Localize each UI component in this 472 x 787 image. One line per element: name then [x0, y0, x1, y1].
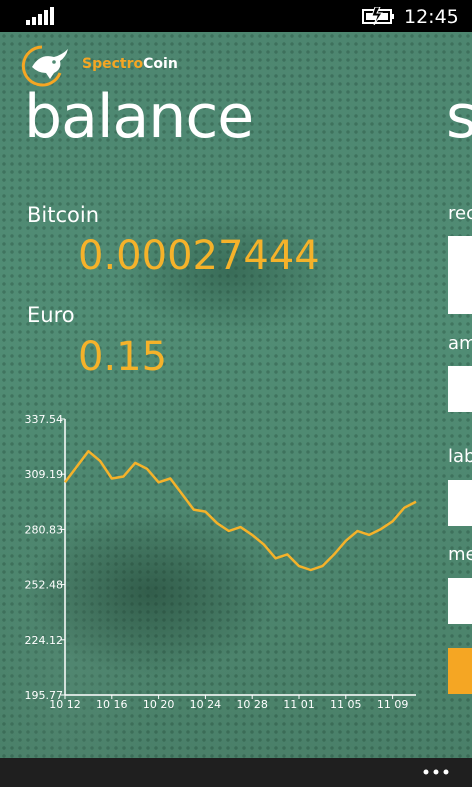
price-series-line — [64, 449, 417, 572]
euro-balance-value: 0.15 — [78, 334, 168, 380]
x-tick-label: 11 09 — [377, 698, 409, 711]
next-pivot-title-peek[interactable]: s — [446, 84, 472, 150]
brand-name: SpectroCoin — [82, 56, 178, 72]
y-tick-label: 280.83 — [25, 523, 64, 536]
page-title: balance — [24, 82, 254, 152]
send-label-label-peek: lab — [448, 446, 472, 467]
more-dot-icon — [433, 769, 439, 775]
bitcoin-label: Bitcoin — [27, 203, 100, 227]
x-tick-label: 10 24 — [190, 698, 222, 711]
spectrocoin-logo-icon — [21, 45, 68, 87]
send-amount-label-peek: am — [448, 333, 472, 354]
brand-part-coin: Coin — [143, 56, 178, 72]
bitcoin-balance-value: 0.00027444 — [78, 233, 320, 279]
euro-label: Euro — [27, 303, 75, 327]
y-tick-label: 252.48 — [25, 579, 64, 592]
brand-part-spectro: Spectro — [82, 56, 144, 72]
send-button-peek[interactable] — [448, 648, 472, 694]
app-bar — [0, 758, 472, 787]
x-tick-label: 11 05 — [330, 698, 362, 711]
more-dot-icon — [423, 769, 429, 775]
more-options-button[interactable] — [418, 762, 458, 782]
y-tick-label: 224.12 — [25, 634, 64, 647]
x-tick-label: 10 20 — [143, 698, 175, 711]
y-tick-label: 309.19 — [25, 468, 64, 481]
status-bar: 12:45 — [0, 0, 472, 32]
battery-charging-icon — [362, 7, 394, 25]
send-receiver-label-peek: rec — [448, 203, 472, 224]
more-dot-icon — [443, 769, 449, 775]
status-time: 12:45 — [404, 6, 459, 28]
x-tick-label: 10 12 — [49, 698, 81, 711]
send-message-input-peek[interactable] — [448, 578, 472, 624]
signal-icon — [26, 7, 54, 25]
x-tick-label: 10 16 — [96, 698, 128, 711]
x-tick-label: 11 01 — [283, 698, 315, 711]
send-message-label-peek: me — [448, 544, 472, 565]
y-tick-label: 337.54 — [25, 413, 64, 426]
price-chart: 195.77224.12252.48280.83309.19337.5410 1… — [25, 413, 417, 711]
x-tick-label: 10 28 — [236, 698, 268, 711]
send-label-input-peek[interactable] — [448, 480, 472, 526]
send-amount-input-peek[interactable] — [448, 366, 472, 412]
send-receiver-input-peek[interactable] — [448, 236, 472, 314]
